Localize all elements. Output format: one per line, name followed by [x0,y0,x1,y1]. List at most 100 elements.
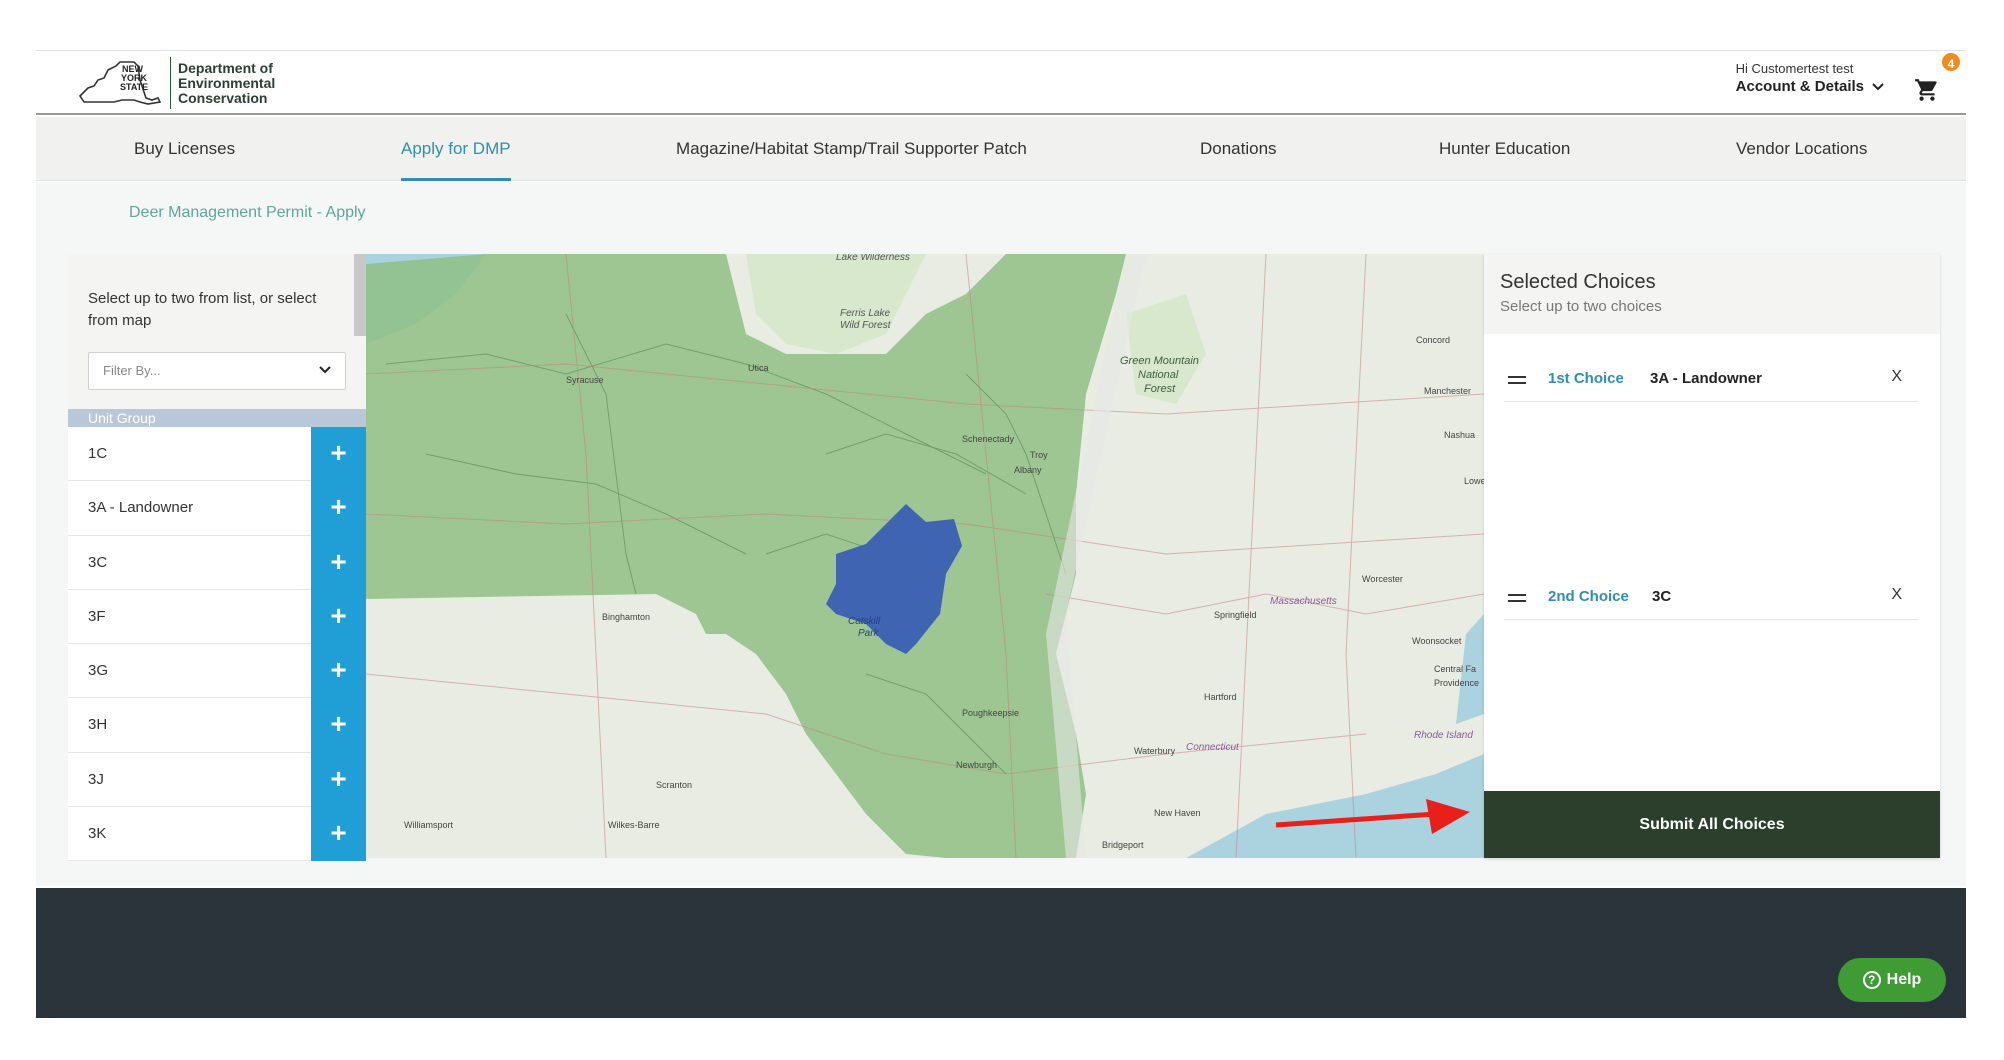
filter-dropdown[interactable]: Filter By... [88,352,346,390]
choice-rank: 1st Choice [1548,370,1624,387]
map-label: Waterbury [1134,746,1176,756]
map-label: Utica [748,363,769,373]
map-label: Concord [1416,335,1450,345]
nav-vendor-locations[interactable]: Vendor Locations [1736,117,1867,181]
unit-row-3k: 3K + [68,807,366,862]
remove-choice-button[interactable]: X [1891,586,1902,604]
add-unit-button[interactable]: + [311,644,366,699]
map-label: Rhode Island [1414,730,1473,741]
nav-apply-dmp[interactable]: Apply for DMP [401,117,511,181]
greeting: Hi Customertest test [1735,61,1854,76]
unit-label: 3A - Landowner [88,499,194,517]
question-icon: ? [1862,971,1881,989]
site-header: NEW YORK STATE Department of Environment… [36,51,1966,115]
cart-icon [1915,79,1937,101]
ny-state-outline-icon: NEW YORK STATE [78,61,162,105]
unit-label: 3H [88,716,108,734]
drag-handle-icon[interactable] [1508,376,1526,388]
dec-logo[interactable]: NEW YORK STATE Department of Environment… [74,57,275,109]
choice-row-2: 2nd Choice 3C X [1504,576,1918,620]
remove-choice-button[interactable]: X [1891,368,1902,386]
account-details-dropdown[interactable]: Account & Details [1736,78,1884,95]
breadcrumb[interactable]: Deer Management Permit - Apply [129,204,366,222]
unit-row-3h: 3H + [68,698,366,753]
map-label: Hartford [1204,692,1237,702]
app-frame: NEW YORK STATE Department of Environment… [36,50,1966,1018]
unit-label: 3F [88,607,106,625]
choice-value: 3A - Landowner [1650,370,1762,387]
selected-choices-header: Selected Choices Select up to two choice… [1484,254,1940,334]
unit-row-3a-landowner: 3A - Landowner + [68,481,366,536]
help-label: Help [1886,971,1922,988]
unit-row-1c: 1C + [68,427,366,482]
add-unit-button[interactable]: + [311,427,366,482]
map-label: Schenectady [962,434,1015,444]
unit-map[interactable]: Lake Wilderness Ferris Lake Wild Forest … [366,254,1484,858]
cart-button[interactable] [1914,71,1944,101]
map-label: Lowe [1464,476,1484,486]
map-label: Binghamton [602,612,650,622]
map-label: Manchester [1424,386,1471,396]
map-label: Springfield [1214,610,1257,620]
selector-instructions: Select up to two from list, or select fr… [88,290,317,329]
choice-row-1: 1st Choice 3A - Landowner X [1504,358,1918,402]
unit-row-3f: 3F + [68,589,366,645]
unit-selector-panel: Select up to two from list, or select fr… [68,254,366,862]
map-label: New Haven [1154,808,1201,818]
map-label: Scranton [656,780,692,790]
map-label: Connecticut [1186,742,1240,753]
map-label: Troy [1030,450,1048,460]
submit-all-choices-button[interactable]: Submit All Choices [1484,791,1940,858]
unit-row-3c: 3C + [68,535,366,590]
chevron-down-icon [319,366,331,374]
logo-divider [170,57,171,109]
account-label: Account & Details [1735,78,1864,95]
map-label: Bridgeport [1102,840,1144,850]
main-nav: Buy Licenses Apply for DMP Magazine/Habi… [36,117,1966,181]
dept-line-3: Conservation [178,89,268,106]
map-label: Ferris Lake [840,308,890,319]
choice-rank: 2nd Choice [1548,588,1629,605]
add-unit-button[interactable]: + [311,807,366,862]
help-button[interactable]: ? Help [1838,958,1946,1002]
map-canvas[interactable]: Lake Wilderness Ferris Lake Wild Forest … [366,254,1484,858]
nav-donations[interactable]: Donations [1200,117,1277,181]
map-label: Nashua [1444,430,1475,440]
filter-placeholder: Filter By... [103,363,161,378]
unit-row-3j: 3J + [68,752,366,808]
map-label: Newburgh [956,760,997,770]
dept-line-2: Environmental [178,74,276,91]
map-label: Poughkeepsie [962,708,1019,718]
add-unit-button[interactable]: + [311,535,366,590]
add-unit-button[interactable]: + [311,481,366,536]
map-label: Wild Forest [840,320,892,331]
map-label: Park [858,628,880,639]
nav-buy-licenses[interactable]: Buy Licenses [134,117,235,181]
nav-hunter-education[interactable]: Hunter Education [1439,117,1570,181]
map-label: National [1138,369,1179,381]
map-label: Albany [1014,465,1042,475]
dept-line-1: Department of [178,59,273,76]
unit-group-header: Unit Group [68,409,366,427]
choice-value: 3C [1652,588,1672,605]
map-label: Catskill [848,616,881,627]
map-label: Massachusetts [1270,596,1337,607]
unit-label: 3G [88,662,109,680]
add-unit-button[interactable]: + [311,698,366,753]
cart-count-badge: 4 [1940,51,1962,73]
selected-choices-subtitle: Select up to two choices [1500,298,1662,315]
list-scrollbar[interactable] [354,254,366,336]
map-label: Williamsport [404,820,454,830]
add-unit-button[interactable]: + [311,752,366,808]
unit-row-3g: 3G + [68,644,366,699]
unit-label: 3J [88,770,104,788]
unit-label: 3K [88,825,107,843]
logo-state: STATE [120,82,148,92]
map-label: Central Fa [1434,664,1476,674]
drag-handle-icon[interactable] [1508,594,1526,606]
chevron-down-icon [1872,82,1884,90]
map-label: Providence [1434,678,1479,688]
account-menu[interactable]: Hi Customertest test Account & Details [1736,61,1884,95]
add-unit-button[interactable]: + [311,589,366,645]
nav-magazine-habitat[interactable]: Magazine/Habitat Stamp/Trail Supporter P… [676,117,1027,181]
